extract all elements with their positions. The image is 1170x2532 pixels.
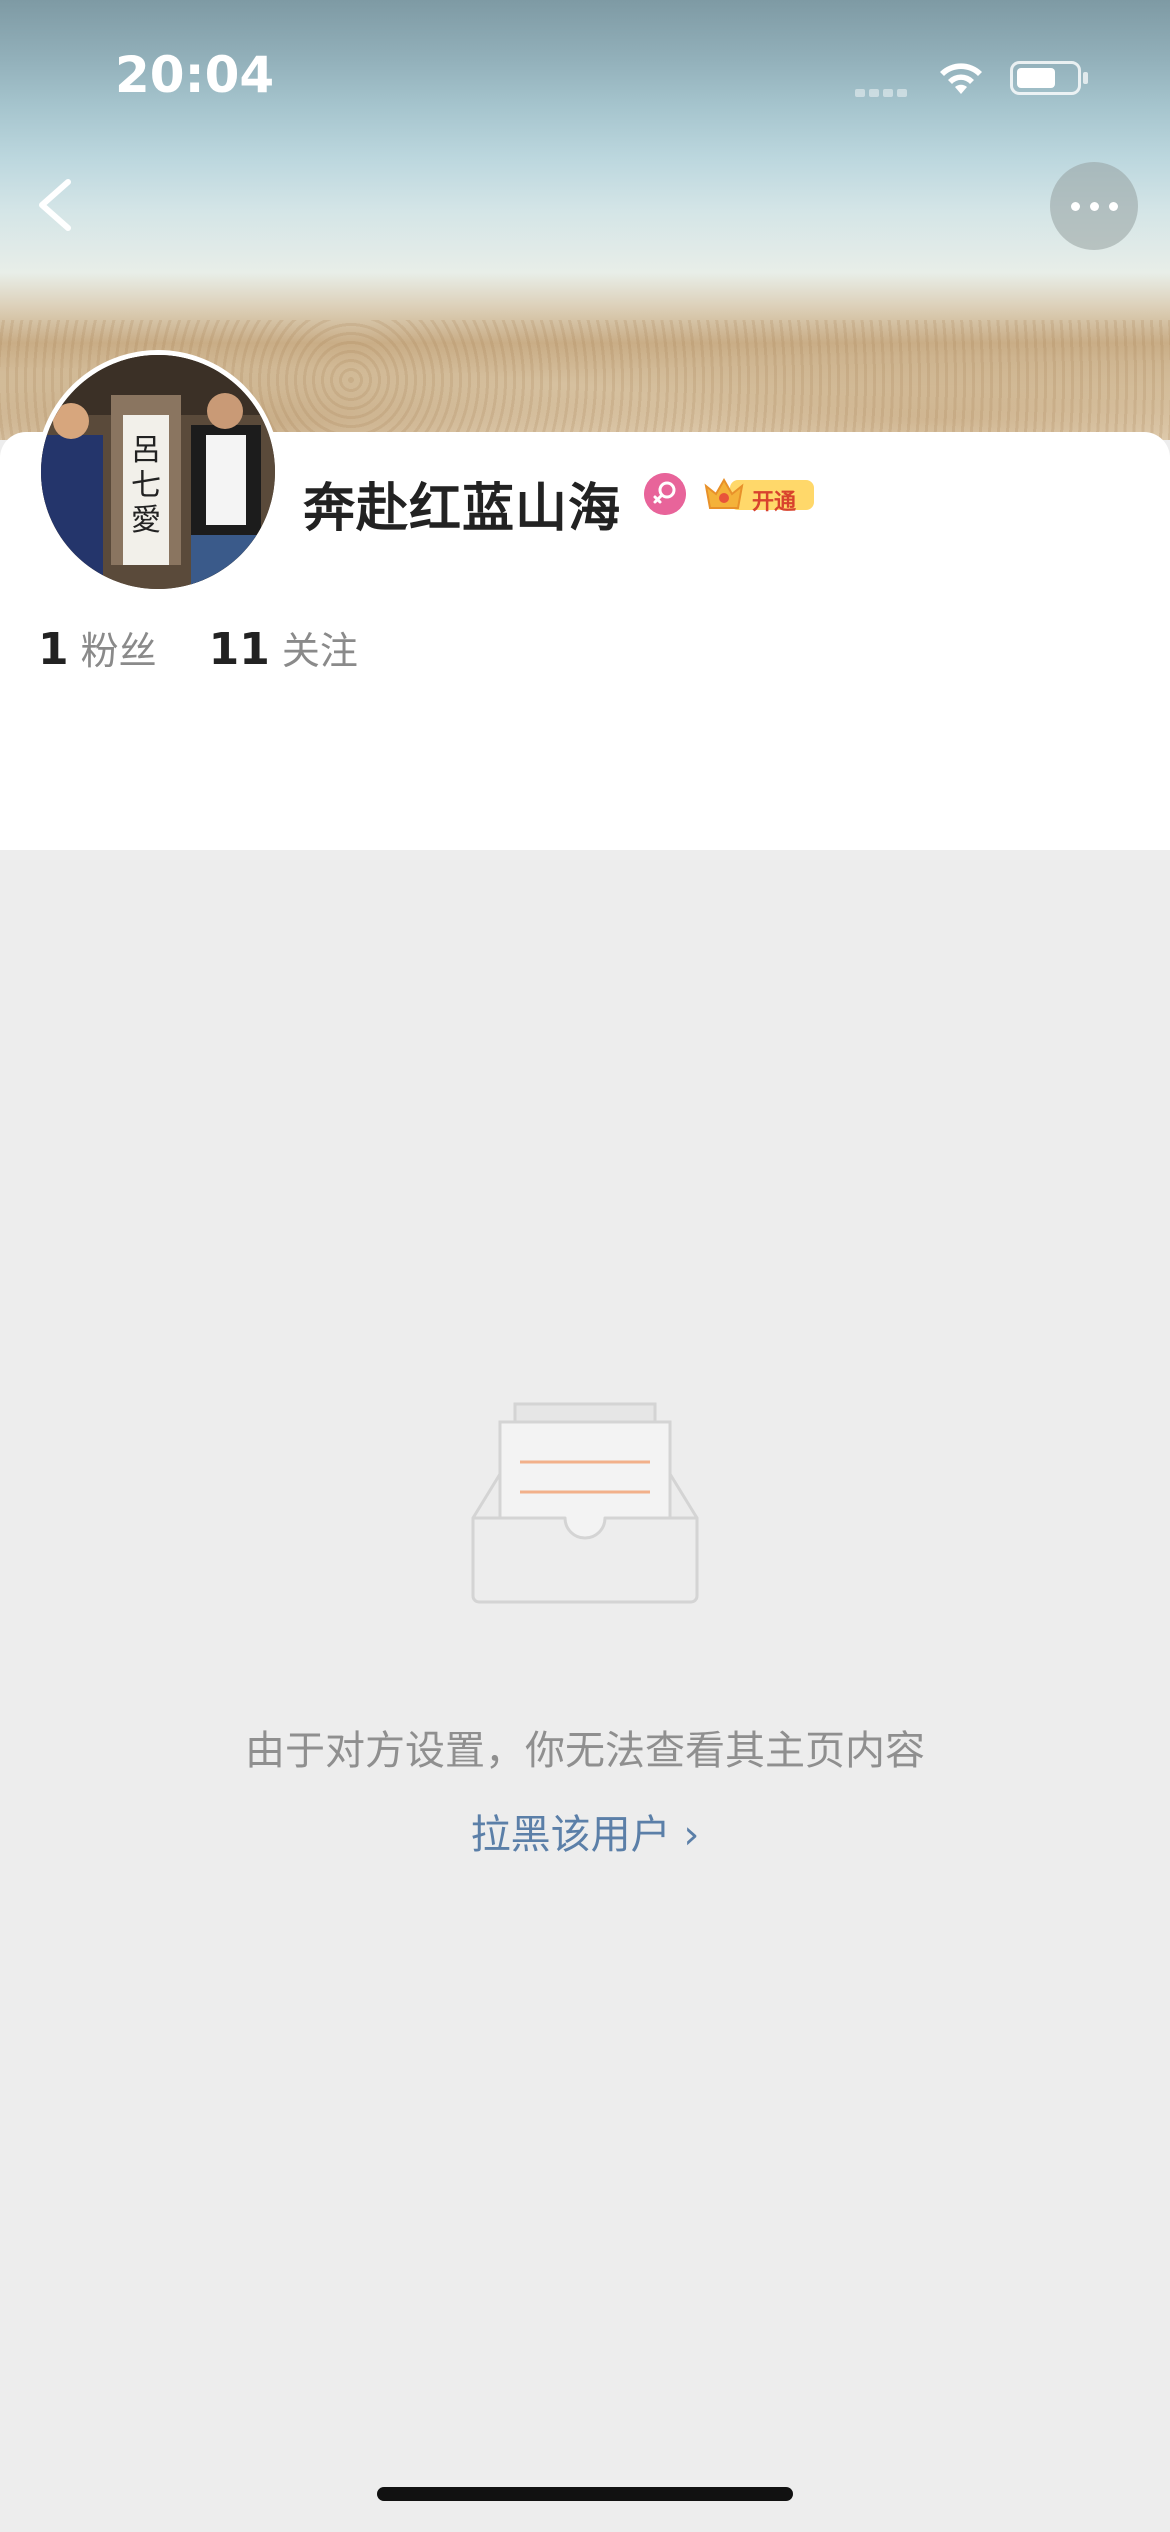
empty-inbox-icon <box>471 1402 699 1604</box>
profile-stats: 1 粉丝 11 关注 <box>38 620 358 675</box>
status-time: 20:04 <box>115 46 275 104</box>
dot-icon <box>1070 201 1080 211</box>
svg-text:愛: 愛 <box>131 503 161 538</box>
battery-icon <box>1010 61 1088 95</box>
avatar-photo: 呂 七 愛 <box>41 355 275 589</box>
username: 奔赴红蓝山海 <box>303 479 622 539</box>
followers-count: 1 <box>38 624 69 675</box>
female-gender-icon <box>644 473 686 515</box>
following-label: 关注 <box>281 629 358 673</box>
svg-text:呂: 呂 <box>131 433 161 468</box>
block-user-link[interactable]: 拉黑该用户 › <box>0 1802 1170 1860</box>
followers-stat[interactable]: 1 粉丝 <box>38 620 157 675</box>
back-button[interactable] <box>28 170 88 240</box>
dot-icon <box>1108 201 1118 211</box>
wifi-icon <box>940 63 982 94</box>
avatar[interactable]: 呂 七 愛 <box>36 350 280 594</box>
cellular-signal-icon <box>855 82 915 97</box>
vip-label: 开通 <box>752 490 797 515</box>
svg-text:七: 七 <box>131 468 161 503</box>
following-count: 11 <box>208 624 270 675</box>
more-options-button[interactable] <box>1050 162 1138 250</box>
dot-icon <box>1089 201 1099 211</box>
followers-label: 粉丝 <box>80 629 157 673</box>
following-stat[interactable]: 11 关注 <box>209 620 358 675</box>
home-indicator[interactable] <box>377 2487 793 2501</box>
restricted-profile-message: 由于对方设置，你无法查看其主页内容 <box>245 1728 925 1774</box>
